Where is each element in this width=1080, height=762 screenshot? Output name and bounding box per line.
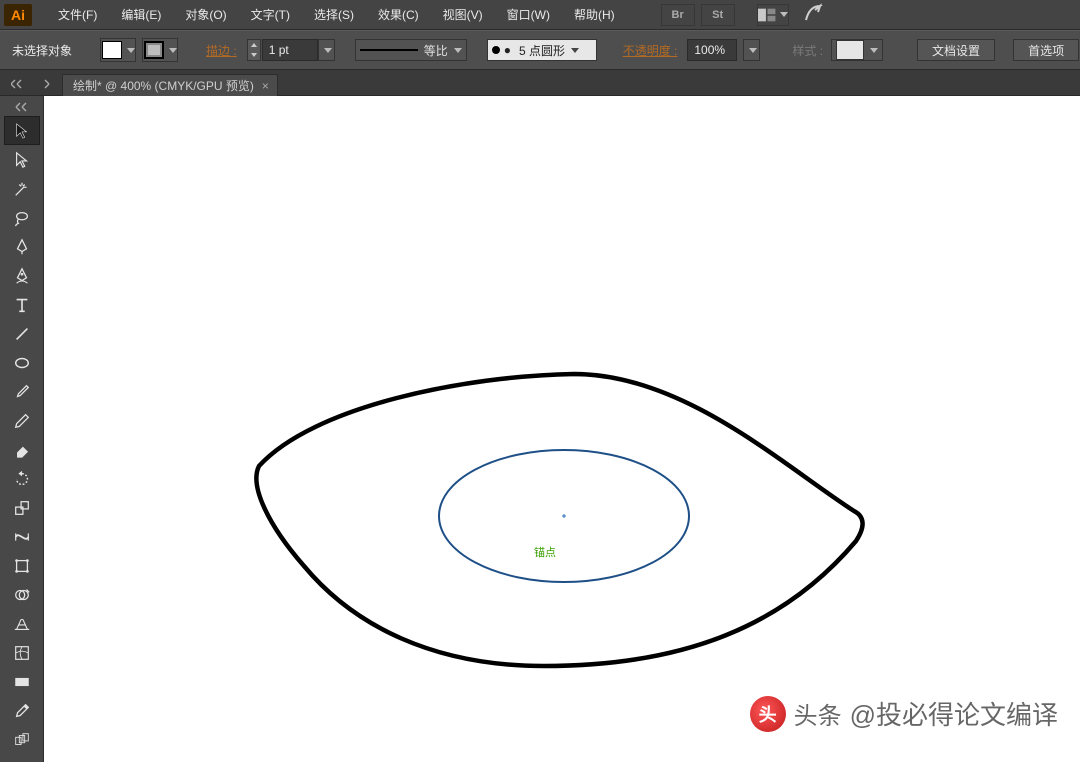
menu-select[interactable]: 选择(S) (302, 0, 366, 30)
magic-wand-tool[interactable] (4, 174, 40, 203)
document-tab-title: 绘制* @ 400% (CMYK/GPU 预览) (73, 77, 254, 94)
opacity-field[interactable]: 100% (687, 39, 737, 61)
direct-selection-tool[interactable] (4, 145, 40, 174)
mesh-tool[interactable] (4, 638, 40, 667)
work-area: 锚点 头 头条 @投必得论文编译 (0, 96, 1080, 762)
scale-tool[interactable] (4, 493, 40, 522)
tools-panel (0, 96, 44, 762)
menu-effect[interactable]: 效果(C) (366, 0, 431, 30)
tools-collapse-icon[interactable] (7, 98, 37, 116)
close-tab-icon[interactable]: × (262, 79, 269, 93)
paintbrush-tool[interactable] (4, 377, 40, 406)
panel-toggle-secondary-icon[interactable] (32, 73, 62, 95)
ellipse-tool[interactable] (4, 348, 40, 377)
free-transform-tool[interactable] (4, 551, 40, 580)
pen-tool[interactable] (4, 232, 40, 261)
menu-edit[interactable]: 编辑(E) (109, 0, 173, 30)
bridge-button[interactable]: Br (661, 4, 695, 26)
stroke-profile-icon (360, 47, 418, 53)
document-tab[interactable]: 绘制* @ 400% (CMYK/GPU 预览) × (62, 74, 278, 96)
menu-type[interactable]: 文字(T) (239, 0, 302, 30)
stroke-color-icon (144, 41, 164, 59)
stock-button[interactable]: St (701, 4, 735, 26)
style-swatch-icon (836, 40, 864, 60)
stroke-weight-field[interactable]: 1 pt (262, 39, 318, 61)
eyedropper-tool[interactable] (4, 696, 40, 725)
outer-path (256, 374, 862, 666)
variable-width-profile[interactable]: 等比 (355, 39, 467, 61)
menu-view[interactable]: 视图(V) (431, 0, 495, 30)
panel-toggle-icon[interactable] (2, 73, 32, 95)
profile-label: 等比 (424, 42, 448, 59)
eraser-tool[interactable] (4, 435, 40, 464)
width-tool[interactable] (4, 522, 40, 551)
gradient-tool[interactable] (4, 667, 40, 696)
curvature-tool[interactable] (4, 261, 40, 290)
graphic-style[interactable] (831, 39, 883, 61)
app-badge: Ai (4, 4, 32, 26)
canvas[interactable]: 锚点 头 头条 @投必得论文编译 (44, 96, 1080, 762)
smart-guide-label: 锚点 (534, 544, 556, 560)
gpu-performance-icon[interactable] (803, 3, 823, 26)
line-segment-tool[interactable] (4, 319, 40, 348)
stroke-swatch[interactable] (142, 38, 178, 62)
selection-tool[interactable] (4, 116, 40, 145)
brush-definition[interactable]: ● 5 点圆形 (487, 39, 597, 61)
opacity-label[interactable]: 不透明度 : (619, 42, 682, 59)
pencil-tool[interactable] (4, 406, 40, 435)
perspective-grid-tool[interactable] (4, 609, 40, 638)
document-tab-strip: 绘制* @ 400% (CMYK/GPU 预览) × (0, 70, 1080, 96)
selection-status: 未选择对象 (12, 42, 72, 59)
arrange-documents-icon[interactable] (757, 4, 789, 26)
menu-help[interactable]: 帮助(H) (562, 0, 627, 30)
stroke-weight-dropdown[interactable] (318, 39, 335, 61)
fill-swatch[interactable] (100, 38, 136, 62)
fill-color-icon (102, 41, 122, 59)
rotate-tool[interactable] (4, 464, 40, 493)
brush-name: 5 点圆形 (519, 42, 565, 59)
control-bar: 未选择对象 描边 : 1 pt 等比 ● 5 点圆形 不透明度 : 100% 样… (0, 30, 1080, 70)
watermark: 头 头条 @投必得论文编译 (750, 695, 1058, 732)
watermark-text: @投必得论文编译 (850, 695, 1058, 732)
artwork (44, 96, 1080, 762)
menu-bar: Ai 文件(F) 编辑(E) 对象(O) 文字(T) 选择(S) 效果(C) 视… (0, 0, 1080, 30)
menu-window[interactable]: 窗口(W) (495, 0, 562, 30)
watermark-prefix: 头条 (794, 696, 842, 731)
style-label: 样式 : (790, 42, 825, 59)
menu-object[interactable]: 对象(O) (173, 0, 238, 30)
brush-preview-icon: ● (492, 43, 511, 57)
stroke-label[interactable]: 描边 : (202, 42, 241, 59)
watermark-logo-icon: 头 (750, 696, 786, 732)
menu-file[interactable]: 文件(F) (46, 0, 109, 30)
opacity-dropdown[interactable] (743, 39, 760, 61)
preferences-button[interactable]: 首选项 (1013, 39, 1079, 61)
blend-tool[interactable] (4, 725, 40, 754)
lasso-tool[interactable] (4, 203, 40, 232)
type-tool[interactable] (4, 290, 40, 319)
stepper-arrows-icon[interactable] (247, 39, 261, 61)
document-setup-button[interactable]: 文档设置 (917, 39, 995, 61)
shape-builder-tool[interactable] (4, 580, 40, 609)
stroke-weight-stepper[interactable]: 1 pt (247, 39, 335, 61)
